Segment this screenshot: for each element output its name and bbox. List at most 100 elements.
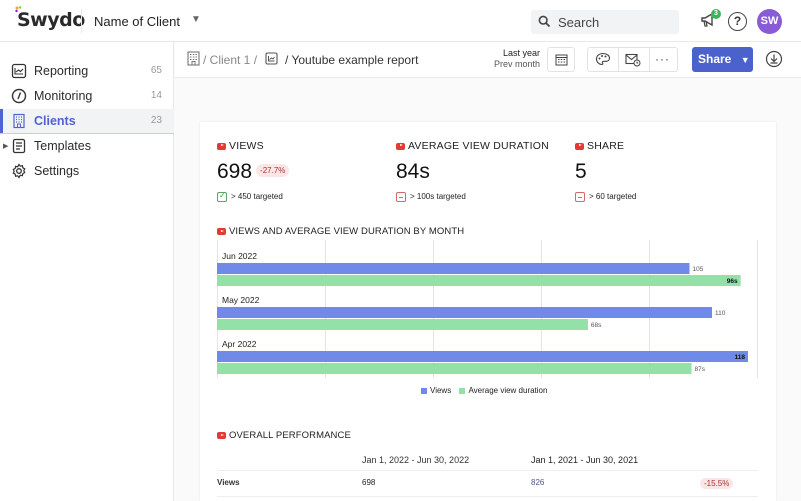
row-change-badge: -15.5% bbox=[700, 478, 734, 489]
sidebar-item-reporting[interactable]: Reporting 65 bbox=[0, 59, 174, 84]
category-label: Apr 2022 bbox=[222, 339, 257, 349]
notification-badge: 3 bbox=[711, 9, 721, 19]
palette-icon[interactable] bbox=[595, 52, 611, 67]
row-metric: Views bbox=[217, 478, 240, 487]
expand-caret-icon[interactable]: ▶ bbox=[3, 142, 8, 150]
line-chart-icon bbox=[11, 63, 27, 79]
sidebar-item-templates[interactable]: ▶ Templates bbox=[0, 134, 174, 159]
search-icon bbox=[538, 15, 551, 28]
kpi-target: > 100s targeted bbox=[410, 192, 466, 202]
data-label: 87s bbox=[695, 366, 706, 373]
sidebar-item-count: 14 bbox=[150, 90, 162, 101]
swydo-logo[interactable]: Swydo bbox=[15, 6, 85, 31]
sidebar-item-settings[interactable]: Settings bbox=[0, 159, 174, 184]
youtube-icon bbox=[396, 142, 405, 150]
kpi-change-badge: -27.7% bbox=[256, 164, 290, 177]
date-picker-button[interactable] bbox=[547, 47, 575, 72]
kpi-value: 84s bbox=[396, 160, 430, 183]
logo-text: Swydo bbox=[17, 9, 85, 31]
chart-title-text: VIEWS AND AVERAGE VIEW DURATION BY MONTH bbox=[229, 226, 465, 237]
data-label: 68s bbox=[591, 322, 602, 329]
more-options-icon[interactable]: ··· bbox=[655, 52, 670, 66]
column-header-previous: Jan 1, 2021 - Jun 30, 2021 bbox=[531, 455, 639, 465]
sidebar: Reporting 65 Monitoring 14 Clients 23 ▶ … bbox=[0, 42, 174, 501]
chart-title: VIEWS AND AVERAGE VIEW DURATION BY MONTH bbox=[217, 226, 464, 237]
kpi-value: 698 bbox=[217, 160, 253, 183]
sidebar-item-count: 65 bbox=[150, 65, 162, 76]
table-divider bbox=[217, 470, 758, 471]
report-icon bbox=[265, 52, 278, 65]
kpi-share: SHARE 5 > 60 targeted bbox=[575, 139, 636, 202]
legend-item-duration[interactable]: Average view duration bbox=[459, 386, 547, 395]
chevron-down-icon[interactable]: ▼ bbox=[191, 14, 201, 25]
building-icon[interactable] bbox=[187, 51, 200, 66]
data-label: 110 bbox=[715, 310, 726, 317]
logo-spark-icon bbox=[15, 6, 22, 13]
kpi-title: SHARE bbox=[587, 140, 625, 152]
avatar[interactable]: SW bbox=[757, 9, 782, 34]
help-icon[interactable]: ? bbox=[728, 12, 747, 31]
table-divider bbox=[217, 496, 758, 497]
sidebar-item-label: Monitoring bbox=[34, 89, 93, 103]
divider bbox=[649, 48, 650, 71]
calendar-icon bbox=[555, 54, 568, 66]
template-icon bbox=[12, 138, 26, 154]
divider bbox=[81, 9, 82, 33]
bar-duration bbox=[217, 319, 588, 330]
sidebar-item-label: Clients bbox=[34, 114, 76, 128]
data-label: 118 bbox=[735, 354, 746, 361]
kpi-title: AVERAGE VIEW DURATION bbox=[408, 140, 549, 152]
data-label: 105 bbox=[693, 266, 704, 273]
sidebar-item-clients[interactable]: Clients 23 bbox=[0, 109, 174, 134]
top-bar: Swydo Name of Client ▼ Search 3 ? SW bbox=[0, 0, 801, 42]
row-previous: 826 bbox=[531, 478, 545, 487]
breadcrumb-report: / Youtube example report bbox=[285, 53, 419, 67]
share-button[interactable]: Share ▼ bbox=[692, 47, 753, 72]
breadcrumb-client[interactable]: / Client 1 / bbox=[203, 53, 257, 67]
kpi-average-view-duration: AVERAGE VIEW DURATION 84s > 100s targete… bbox=[396, 139, 549, 202]
kpi-views: VIEWS 698-27.7% > 450 targeted bbox=[217, 139, 290, 202]
building-icon bbox=[13, 113, 25, 129]
row-current: 698 bbox=[362, 478, 376, 487]
kpi-title: VIEWS bbox=[229, 140, 264, 152]
sidebar-item-monitoring[interactable]: Monitoring 14 bbox=[0, 84, 174, 109]
chevron-down-icon: ▼ bbox=[740, 55, 750, 65]
youtube-icon bbox=[575, 142, 584, 150]
youtube-icon bbox=[217, 227, 226, 235]
legend-label: Average view duration bbox=[468, 386, 548, 395]
category-label: May 2022 bbox=[222, 295, 260, 305]
divider bbox=[618, 48, 619, 71]
target-met-icon bbox=[217, 191, 227, 202]
target-missed-icon bbox=[575, 192, 585, 202]
target-missed-icon bbox=[396, 192, 406, 202]
kpi-target: > 450 targeted bbox=[231, 192, 283, 202]
scheduled-email-icon[interactable] bbox=[625, 53, 641, 67]
sidebar-item-label: Reporting bbox=[34, 64, 89, 78]
legend-swatch bbox=[421, 387, 427, 394]
share-label: Share bbox=[698, 52, 732, 66]
performance-title: OVERALL PERFORMANCE bbox=[217, 430, 351, 441]
sidebar-item-count: 23 bbox=[150, 115, 162, 126]
search-placeholder: Search bbox=[558, 15, 600, 30]
youtube-icon bbox=[217, 431, 226, 439]
kpi-value: 5 bbox=[575, 160, 587, 183]
bar-views bbox=[217, 263, 690, 274]
legend-item-views[interactable]: Views bbox=[421, 386, 451, 395]
download-icon[interactable] bbox=[765, 50, 783, 68]
performance-title-text: OVERALL PERFORMANCE bbox=[229, 430, 351, 441]
client-selector[interactable]: Name of Client bbox=[94, 14, 180, 29]
date-range-primary[interactable]: Last year bbox=[503, 48, 540, 58]
sidebar-item-label: Templates bbox=[34, 139, 91, 153]
search-box[interactable]: Search bbox=[531, 10, 679, 34]
views-duration-bar-chart: Jun 2022 105 96s May 2022 110 68s Apr 2022 118 8… bbox=[217, 240, 758, 378]
bar-duration bbox=[217, 275, 741, 286]
legend-label: Views bbox=[430, 386, 452, 395]
sidebar-item-label: Settings bbox=[34, 164, 80, 178]
report-toolbar: / Client 1 / / Youtube example report La… bbox=[175, 42, 801, 78]
category-label: Jun 2022 bbox=[222, 251, 257, 261]
gear-icon bbox=[12, 163, 26, 179]
date-range-comparison[interactable]: Prev month bbox=[494, 59, 540, 69]
kpi-target: > 60 targeted bbox=[589, 192, 637, 202]
bar-views bbox=[217, 307, 712, 318]
report-actions-group: ··· bbox=[587, 47, 678, 72]
